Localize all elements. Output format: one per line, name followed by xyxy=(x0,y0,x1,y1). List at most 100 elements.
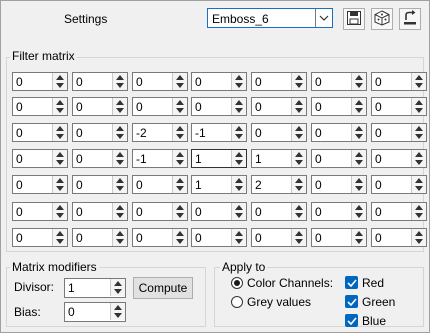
matrix-cell-spin-arrows[interactable] xyxy=(351,176,366,193)
matrix-cell-stepper[interactable]: 0 xyxy=(371,97,427,116)
matrix-cell-value[interactable]: 2 xyxy=(255,178,262,192)
matrix-cell-spin-arrows[interactable] xyxy=(172,176,187,193)
matrix-cell-stepper[interactable]: -1 xyxy=(191,123,247,142)
matrix-cell-value[interactable]: 0 xyxy=(195,205,202,219)
matrix-cell-value[interactable]: -2 xyxy=(136,126,147,140)
matrix-cell-value[interactable]: 1 xyxy=(195,152,202,166)
color-channels-label[interactable]: Color Channels: xyxy=(247,276,333,290)
matrix-cell-value[interactable]: 0 xyxy=(76,152,83,166)
matrix-cell-stepper[interactable]: 0 xyxy=(12,202,68,221)
matrix-cell-stepper[interactable]: 0 xyxy=(72,175,128,194)
matrix-cell-value[interactable]: 1 xyxy=(255,152,262,166)
blue-checkbox[interactable] xyxy=(345,314,358,327)
matrix-cell-spin-arrows[interactable] xyxy=(231,98,246,115)
matrix-cell-stepper[interactable]: 0 xyxy=(12,228,68,247)
matrix-cell-stepper[interactable]: 0 xyxy=(132,97,188,116)
matrix-cell-value[interactable]: 0 xyxy=(16,75,23,89)
matrix-cell-spin-arrows[interactable] xyxy=(112,73,127,90)
matrix-cell-spin-arrows[interactable] xyxy=(351,98,366,115)
matrix-cell-spin-arrows[interactable] xyxy=(231,229,246,246)
matrix-cell-value[interactable]: 0 xyxy=(315,100,322,114)
matrix-cell-stepper[interactable]: 0 xyxy=(72,228,128,247)
matrix-cell-value[interactable]: 0 xyxy=(255,126,262,140)
matrix-cell-stepper[interactable]: 0 xyxy=(371,175,427,194)
matrix-cell-value[interactable]: 0 xyxy=(76,100,83,114)
matrix-cell-value[interactable]: 0 xyxy=(375,100,382,114)
matrix-cell-stepper[interactable]: 0 xyxy=(251,202,307,221)
matrix-cell-stepper[interactable]: 0 xyxy=(311,97,367,116)
matrix-cell-value[interactable]: -1 xyxy=(195,126,206,140)
matrix-cell-value[interactable]: 0 xyxy=(76,231,83,245)
matrix-cell-stepper[interactable]: 0 xyxy=(191,228,247,247)
divisor-stepper[interactable]: 1 xyxy=(64,278,126,298)
matrix-cell-value[interactable]: 0 xyxy=(76,75,83,89)
matrix-cell-spin-arrows[interactable] xyxy=(172,124,187,141)
green-label[interactable]: Green xyxy=(362,295,395,309)
matrix-cell-spin-arrows[interactable] xyxy=(172,98,187,115)
divisor-spin-arrows[interactable] xyxy=(110,279,125,296)
matrix-cell-spin-arrows[interactable] xyxy=(411,124,426,141)
matrix-cell-spin-arrows[interactable] xyxy=(172,203,187,220)
bias-value[interactable]: 0 xyxy=(68,305,75,319)
matrix-cell-spin-arrows[interactable] xyxy=(231,73,246,90)
save-preset-button[interactable] xyxy=(343,8,365,30)
matrix-cell-value[interactable]: 0 xyxy=(76,178,83,192)
matrix-cell-spin-arrows[interactable] xyxy=(351,150,366,167)
matrix-cell-value[interactable]: 0 xyxy=(375,205,382,219)
matrix-cell-spin-arrows[interactable] xyxy=(231,124,246,141)
matrix-cell-value[interactable]: 0 xyxy=(76,126,83,140)
matrix-cell-value[interactable]: 0 xyxy=(315,126,322,140)
matrix-cell-stepper[interactable]: 0 xyxy=(72,72,128,91)
matrix-cell-value[interactable]: 0 xyxy=(136,75,143,89)
matrix-cell-value[interactable]: 0 xyxy=(16,178,23,192)
matrix-cell-stepper[interactable]: 0 xyxy=(12,97,68,116)
matrix-cell-value[interactable]: 0 xyxy=(195,75,202,89)
bias-spin-arrows[interactable] xyxy=(110,303,125,320)
matrix-cell-stepper[interactable]: -1 xyxy=(132,149,188,168)
matrix-cell-stepper[interactable]: 0 xyxy=(311,202,367,221)
matrix-cell-stepper[interactable]: 0 xyxy=(191,202,247,221)
green-checkbox[interactable] xyxy=(345,295,358,308)
matrix-cell-stepper[interactable]: 1 xyxy=(251,149,307,168)
matrix-cell-stepper[interactable]: 0 xyxy=(251,123,307,142)
matrix-cell-stepper[interactable]: 0 xyxy=(72,149,128,168)
matrix-cell-value[interactable]: 0 xyxy=(136,205,143,219)
matrix-cell-stepper[interactable]: 0 xyxy=(311,149,367,168)
color-channels-radio[interactable] xyxy=(231,277,243,289)
compute-button[interactable]: Compute xyxy=(133,277,193,299)
matrix-cell-value[interactable]: 0 xyxy=(136,231,143,245)
matrix-cell-spin-arrows[interactable] xyxy=(172,73,187,90)
matrix-cell-stepper[interactable]: 0 xyxy=(251,72,307,91)
matrix-cell-spin-arrows[interactable] xyxy=(351,124,366,141)
matrix-cell-spin-arrows[interactable] xyxy=(411,176,426,193)
matrix-cell-value[interactable]: 0 xyxy=(255,205,262,219)
matrix-cell-stepper[interactable]: 1 xyxy=(191,149,247,168)
preset-dropdown[interactable]: Emboss_6 xyxy=(207,8,333,28)
matrix-cell-value[interactable]: 0 xyxy=(315,75,322,89)
matrix-cell-stepper[interactable]: 0 xyxy=(191,97,247,116)
matrix-cell-stepper[interactable]: 0 xyxy=(371,72,427,91)
matrix-cell-stepper[interactable]: 0 xyxy=(251,228,307,247)
matrix-cell-spin-arrows[interactable] xyxy=(291,203,306,220)
matrix-cell-stepper[interactable]: 0 xyxy=(311,175,367,194)
matrix-cell-spin-arrows[interactable] xyxy=(411,73,426,90)
matrix-cell-value[interactable]: 0 xyxy=(315,178,322,192)
matrix-cell-spin-arrows[interactable] xyxy=(411,203,426,220)
matrix-cell-spin-arrows[interactable] xyxy=(411,98,426,115)
matrix-cell-spin-arrows[interactable] xyxy=(172,229,187,246)
grey-values-label[interactable]: Grey values xyxy=(247,295,311,309)
matrix-cell-value[interactable]: 0 xyxy=(16,152,23,166)
matrix-cell-spin-arrows[interactable] xyxy=(112,229,127,246)
matrix-cell-spin-arrows[interactable] xyxy=(291,98,306,115)
matrix-cell-value[interactable]: 0 xyxy=(195,231,202,245)
matrix-cell-value[interactable]: 0 xyxy=(375,126,382,140)
bias-stepper[interactable]: 0 xyxy=(64,302,126,322)
matrix-cell-spin-arrows[interactable] xyxy=(172,150,187,167)
matrix-cell-value[interactable]: 0 xyxy=(16,205,23,219)
matrix-cell-spin-arrows[interactable] xyxy=(52,229,67,246)
red-label[interactable]: Red xyxy=(362,276,384,290)
matrix-cell-stepper[interactable]: 0 xyxy=(12,72,68,91)
matrix-cell-value[interactable]: 0 xyxy=(195,100,202,114)
matrix-cell-spin-arrows[interactable] xyxy=(351,73,366,90)
matrix-cell-spin-arrows[interactable] xyxy=(351,203,366,220)
